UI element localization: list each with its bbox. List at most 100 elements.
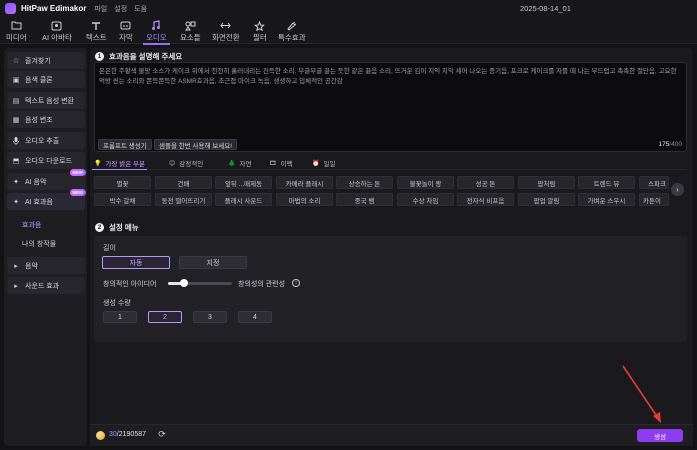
chevron-right-icon: ▸ (14, 282, 18, 290)
chevron-right-icon[interactable]: › (671, 183, 684, 196)
prompt-textarea[interactable]: 은은한 주황색 불망 소스가 케이크 위에서 천천히 흘러내리는 진득한 소리,… (94, 62, 687, 152)
sidebar-item-audio-extract[interactable]: 오디오 추출 (7, 132, 85, 149)
section-1-title: 효과음을 설명해 주세요 (109, 52, 183, 61)
sidebar-item-voice-change[interactable]: ▦ 음성 변조 (7, 111, 85, 128)
creativity-slider[interactable] (168, 279, 232, 287)
menu-file[interactable]: 파일 (94, 4, 107, 14)
tab-emotional[interactable]: 😊 감정적인 (169, 158, 204, 169)
tab-label: 가장 밝은 부분 (105, 161, 145, 168)
sidebar-item-label: 오디오 추출 (25, 137, 60, 145)
music-note-icon (150, 20, 162, 31)
length-auto-button[interactable]: 자동 (102, 256, 170, 269)
sidebar-subitem-my-creations[interactable]: 나의 창작물 (22, 239, 56, 249)
ai-music-icon: ✦ (13, 178, 19, 186)
length-custom-button[interactable]: 지정 (179, 256, 247, 269)
tool-label: 오디오 (146, 33, 167, 42)
section-2-title: 설정 메뉴 (109, 223, 139, 232)
sfx-chip[interactable]: 상승하는 톤 (336, 176, 393, 189)
sidebar-item-favorites[interactable]: ☆ 즐겨찾기 (7, 52, 85, 69)
subtitle-icon (120, 20, 132, 31)
sfx-chip[interactable]: 박수 갈채 (94, 193, 151, 206)
prompt-text[interactable]: 은은한 주황색 불망 소스가 케이크 위에서 천천히 흘러내리는 진득한 소리,… (99, 67, 683, 87)
tool-label: 요소들 (180, 33, 201, 42)
sfx-chip[interactable]: 중국 뱀 (336, 193, 393, 206)
tool-ai-avatar[interactable]: AI 아바타 (42, 19, 72, 43)
sfx-chip[interactable]: 스파크 (639, 176, 669, 189)
sfx-chip[interactable]: 카톤이 (639, 193, 669, 206)
tool-subtitle[interactable]: 자막 (119, 19, 133, 43)
menu-help[interactable]: 도움 (134, 4, 147, 14)
quantity-option[interactable]: 3 (193, 311, 227, 323)
tool-effects[interactable]: 특수효과 (278, 19, 306, 43)
sfx-chip[interactable]: 전자식 비프음 (457, 193, 514, 206)
quantity-option[interactable]: 2 (148, 311, 182, 323)
sfx-chip[interactable]: 가벼운 스우시 (578, 193, 635, 206)
credits-display: 30/2190587 (109, 431, 146, 438)
info-icon[interactable]: i (292, 279, 300, 287)
char-count-max: /400 (669, 141, 682, 148)
sidebar-subitem-sfx[interactable]: 효과음 (22, 220, 41, 230)
ai-sfx-icon: ✦ (13, 198, 19, 206)
star-icon: ☆ (12, 57, 20, 65)
sidebar-item-tts[interactable]: ▤ 텍스트 음성 변환 (7, 92, 85, 109)
sfx-chip[interactable]: 카메라 플래시 (276, 176, 333, 189)
tab-effect[interactable]: 🎞 이펙 (269, 158, 293, 169)
sidebar-item-music[interactable]: ▸ 음악 (7, 257, 85, 274)
tool-elements[interactable]: 요소들 (180, 19, 201, 43)
refresh-icon[interactable]: ⟳ (157, 429, 167, 440)
tool-audio[interactable]: 오디오 (143, 19, 170, 45)
sfx-chip[interactable]: 동전 떨어뜨리기 (155, 193, 212, 206)
length-label: 길이 (103, 245, 116, 252)
sidebar-item-label: 텍스트 음성 변환 (25, 97, 74, 105)
sidebar-item-label: AI 음악 (25, 178, 47, 186)
sfx-chip[interactable]: 건배 (155, 176, 212, 189)
sfx-chip[interactable]: 트렌드 뷰 (578, 176, 635, 189)
tab-nature[interactable]: 🌲 자연 (228, 158, 252, 169)
elements-icon (184, 20, 196, 31)
text-icon (90, 20, 102, 31)
tab-label: 일일 (323, 161, 336, 168)
quantity-option[interactable]: 4 (238, 311, 272, 323)
tab-brightest[interactable]: 💡 가장 밝은 부분 (92, 158, 147, 170)
sfx-chip[interactable]: 마법의 소리 (276, 193, 333, 206)
menu-settings[interactable]: 설정 (114, 4, 127, 14)
section-1-heading: 1 효과음을 설명해 주세요 (95, 51, 182, 62)
film-icon: 🎞 (269, 160, 277, 167)
sfx-chip[interactable]: 팝업 알림 (518, 193, 575, 206)
text-to-speech-icon: ▤ (12, 97, 20, 105)
sfx-chip[interactable]: 플래시 사운드 (215, 193, 272, 206)
tree-icon: 🌲 (228, 160, 236, 167)
tab-label: 자연 (239, 161, 252, 168)
tool-media[interactable]: 미디어 (6, 19, 27, 43)
prompt-generator-button[interactable]: 프롬프트 생성기 (98, 139, 152, 150)
generate-button[interactable]: 생성 (637, 429, 683, 442)
quantity-option[interactable]: 1 (103, 311, 137, 323)
tool-transition[interactable]: 화면전환 (212, 19, 240, 43)
creativity-right-label: 창의성의 관련성 (238, 281, 286, 288)
sidebar-item-label: 음악 (25, 262, 38, 270)
sfx-chip[interactable]: 수상 차임 (397, 193, 454, 206)
sfx-chip[interactable]: 팝처럼 (518, 176, 575, 189)
coin-icon (96, 431, 105, 440)
tab-label: 감정적인 (179, 161, 204, 168)
sidebar-item-ai-sfx[interactable]: ✦ AI 효과음 NEW (7, 189, 86, 210)
sidebar-item-label: 사운드 효과 (25, 282, 60, 290)
sfx-chip[interactable]: 성공 톤 (457, 176, 514, 189)
sidebar-item-audio-download[interactable]: ⬒ 오디오 다운로드 (7, 152, 85, 169)
try-sample-button[interactable]: 샘플을 한번 사용해 보세요! (154, 139, 238, 150)
sidebar-item-sound-effects[interactable]: ▸ 사운드 효과 (7, 277, 85, 294)
sfx-chip[interactable]: 앞뒤 ...매제동 (215, 176, 272, 189)
sidebar-item-ai-music[interactable]: ✦ AI 음악 NEW (7, 169, 86, 190)
new-badge: NEW (69, 189, 86, 196)
tab-daily[interactable]: ⏰ 일일 (312, 158, 336, 169)
tool-text[interactable]: 텍스트 (86, 19, 107, 43)
tool-filter[interactable]: 필터 (253, 19, 267, 43)
slider-knob[interactable] (180, 279, 188, 287)
sidebar-item-voice-clone[interactable]: ▣ 음색 클론 (7, 71, 85, 88)
chevron-right-icon: ▸ (14, 262, 18, 270)
sfx-chip[interactable]: 별꽃 (94, 176, 151, 189)
section-2-heading: 2 설정 메뉴 (95, 222, 139, 233)
clock-icon: ⏰ (312, 160, 320, 167)
sfx-chip[interactable]: 불꽃놀이 쾅 (397, 176, 454, 189)
credits-total: /2190587 (116, 431, 146, 438)
